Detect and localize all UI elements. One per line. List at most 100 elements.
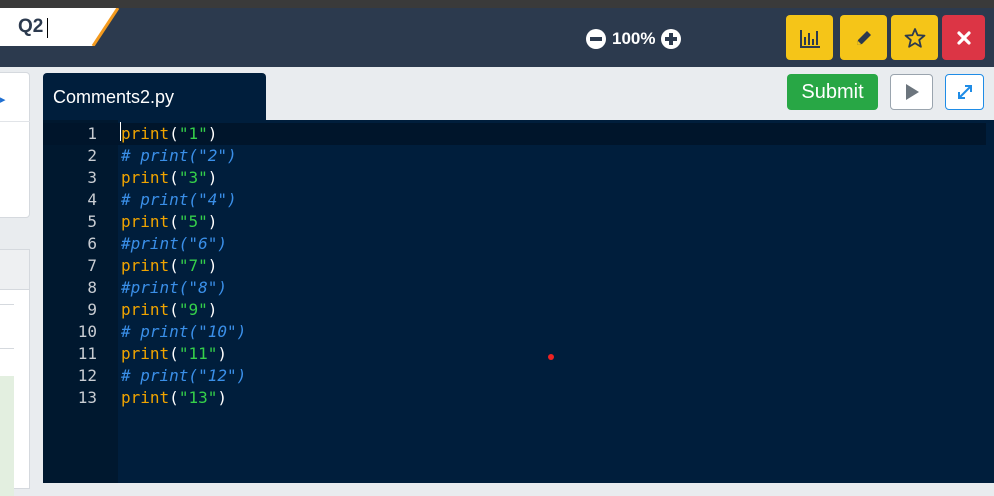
line-number: 1 <box>87 124 97 143</box>
submit-button[interactable]: Submit <box>787 74 878 110</box>
star-icon <box>904 27 925 48</box>
code-comment: # print("10") <box>121 322 247 341</box>
code-line[interactable]: 12 # print("12") <box>43 365 986 387</box>
file-name: Comments2.py <box>53 87 175 107</box>
code-string: "9" <box>178 300 208 319</box>
code-paren: ) <box>217 344 227 363</box>
expand-icon <box>957 85 972 99</box>
code-comment: # print("12") <box>121 366 247 385</box>
code-function: print <box>121 344 170 363</box>
code-string: "5" <box>178 212 208 231</box>
left-card-header <box>0 250 29 290</box>
line-number: 8 <box>87 278 97 297</box>
code-comment: # print("2") <box>121 146 237 165</box>
zoom-level: 100% <box>612 29 656 48</box>
code-statement: print("5") <box>121 211 217 233</box>
line-number: 2 <box>87 146 97 165</box>
line-number: 6 <box>87 234 97 253</box>
bookmark-button[interactable] <box>891 15 938 60</box>
code-statement: print("11") <box>121 343 227 365</box>
code-function: print <box>121 124 170 143</box>
line-number: 9 <box>87 300 97 319</box>
line-number: 5 <box>87 212 97 231</box>
play-icon <box>905 84 919 100</box>
bar-chart-icon <box>799 29 820 48</box>
code-paren: ) <box>207 168 218 187</box>
code-comment: #print("8") <box>121 278 227 297</box>
stats-button[interactable] <box>786 15 833 60</box>
question-label: Q2 <box>18 16 44 37</box>
fullscreen-button[interactable] <box>945 74 984 110</box>
left-panel: ▸ <box>0 67 38 496</box>
left-card-top: ▸ <box>0 72 30 218</box>
code-paren: ( <box>169 300 179 319</box>
code-function: print <box>121 256 170 275</box>
code-function: print <box>121 168 170 187</box>
code-paren: ( <box>169 168 179 187</box>
code-line[interactable]: 3 print("3") <box>43 167 986 189</box>
code-comment: # print("4") <box>121 190 237 209</box>
text-caret <box>47 18 48 38</box>
question-tab[interactable]: Q2 <box>0 8 120 46</box>
code-line[interactable]: 10 # print("10") <box>43 321 986 343</box>
code-line[interactable]: 9 print("9") <box>43 299 986 321</box>
code-paren: ( <box>169 388 179 407</box>
code-string: "7" <box>178 256 208 275</box>
code-string: "11" <box>178 344 218 363</box>
edit-button[interactable] <box>840 15 887 60</box>
expand-arrow-icon[interactable]: ▸ <box>0 93 6 106</box>
pencil-icon <box>856 30 871 45</box>
code-statement: print("7") <box>121 255 217 277</box>
zoom-out-icon[interactable] <box>586 29 606 49</box>
code-paren: ) <box>217 388 227 407</box>
divider <box>0 348 14 349</box>
close-icon <box>956 30 971 45</box>
code-editor[interactable]: 1 print("1") 2 # print("2") 3 print("3") 4 # pr… <box>43 120 994 483</box>
code-function: print <box>121 212 170 231</box>
close-button[interactable] <box>942 15 985 60</box>
code-string: "1" <box>178 124 208 143</box>
line-number: 3 <box>87 168 97 187</box>
code-paren: ( <box>169 256 179 275</box>
divider <box>0 121 30 122</box>
code-line[interactable]: 2 # print("2") <box>43 145 986 167</box>
code-function: print <box>121 388 170 407</box>
line-number: 11 <box>77 344 97 363</box>
code-line[interactable]: 8 #print("8") <box>43 277 986 299</box>
code-function: print <box>121 300 170 319</box>
code-paren: ) <box>207 300 218 319</box>
code-line[interactable]: 6 #print("6") <box>43 233 986 255</box>
run-button[interactable] <box>890 74 933 110</box>
top-bar: Q2 100% <box>0 0 994 67</box>
left-card-highlight <box>0 376 14 496</box>
editor-panel: Comments2.py Submit 1 print("1") 2 # print(… <box>43 73 994 483</box>
code-statement: print("3") <box>121 167 217 189</box>
line-number: 12 <box>77 366 97 385</box>
code-paren: ( <box>169 212 179 231</box>
zoom-control: 100% <box>586 26 682 52</box>
top-strip <box>0 0 994 8</box>
line-number: 13 <box>77 388 97 407</box>
code-line[interactable]: 5 print("5") <box>43 211 986 233</box>
code-paren: ( <box>169 344 179 363</box>
code-statement: print("13") <box>121 387 227 409</box>
code-line[interactable]: 7 print("7") <box>43 255 986 277</box>
file-tab[interactable]: Comments2.py <box>43 73 266 120</box>
code-line[interactable]: 1 print("1") <box>43 123 986 145</box>
code-paren: ) <box>207 256 218 275</box>
code-line[interactable]: 13 print("13") <box>43 387 986 409</box>
code-comment: #print("6") <box>121 234 227 253</box>
code-line[interactable]: 11 print("11") <box>43 343 986 365</box>
divider <box>0 304 14 305</box>
code-string: "13" <box>178 388 218 407</box>
code-line[interactable]: 4 # print("4") <box>43 189 986 211</box>
zoom-in-icon[interactable] <box>661 29 682 49</box>
line-number: 7 <box>87 256 97 275</box>
code-statement: print("9") <box>121 299 217 321</box>
line-number: 10 <box>77 322 97 341</box>
line-number: 4 <box>87 190 97 209</box>
code-paren: ) <box>207 212 218 231</box>
code-statement: print("1") <box>121 123 217 145</box>
code-paren: ( <box>169 124 179 143</box>
left-card-bottom <box>0 249 30 496</box>
